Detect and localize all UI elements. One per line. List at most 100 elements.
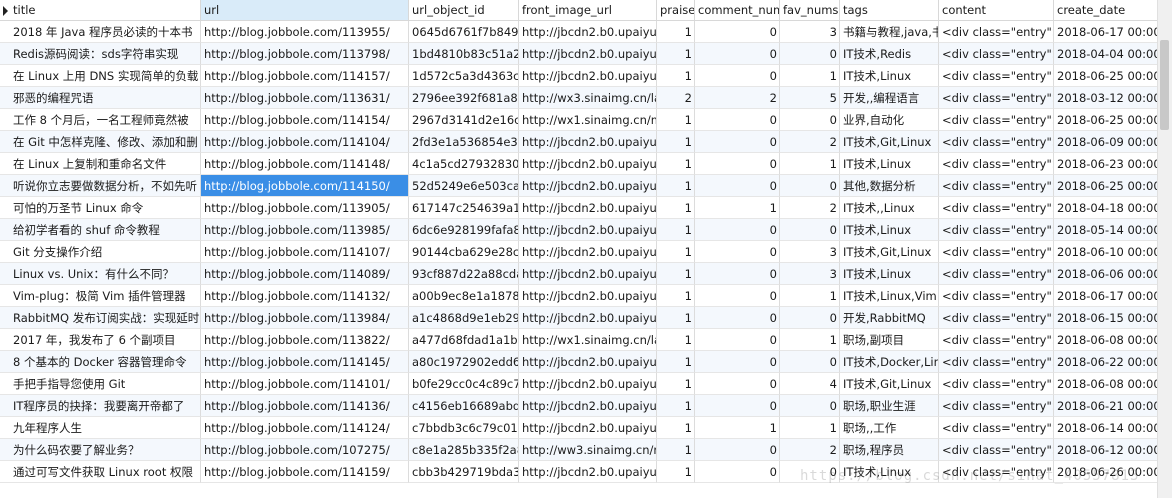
cell-comment-num[interactable]: 0 [695, 329, 780, 351]
cell-content[interactable]: <div class="entry"> [939, 65, 1054, 87]
cell-tags[interactable]: IT技术,Git,Linux [840, 373, 939, 395]
cell-create-date[interactable]: 2018-06-10 00:00:00 [1054, 241, 1172, 263]
cell-praise[interactable]: 1 [657, 21, 695, 43]
cell-fav-nums[interactable]: 2 [780, 197, 840, 219]
cell-tags[interactable]: 开发,RabbitMQ [840, 307, 939, 329]
cell-url-object-id[interactable]: 2967d3141d2e16c [409, 109, 519, 131]
cell-comment-num[interactable]: 0 [695, 131, 780, 153]
cell-title[interactable]: IT程序员的抉择：我要离开帝都了 [0, 395, 201, 417]
cell-title[interactable]: 九年程序人生 [0, 417, 201, 439]
cell-front-image-url[interactable]: http://jbcdn2.b0.upaiyun [519, 153, 657, 175]
cell-fav-nums[interactable]: 0 [780, 109, 840, 131]
cell-content[interactable]: <div class="entry"> [939, 197, 1054, 219]
cell-create-date[interactable]: 2018-06-12 00:00:00 [1054, 439, 1172, 461]
cell-content[interactable]: <div class="entry"> [939, 131, 1054, 153]
table-row[interactable]: IT程序员的抉择：我要离开帝都了 http://blog.jobbole.com/… [0, 395, 1172, 417]
cell-front-image-url[interactable]: http://jbcdn2.b0.upaiyun [519, 65, 657, 87]
cell-content[interactable]: <div class="entry"> [939, 109, 1054, 131]
cell-fav-nums[interactable]: 1 [780, 329, 840, 351]
cell-comment-num[interactable]: 0 [695, 351, 780, 373]
cell-praise[interactable]: 1 [657, 263, 695, 285]
cell-content[interactable]: <div class="entry"> [939, 175, 1054, 197]
cell-comment-num[interactable]: 0 [695, 439, 780, 461]
cell-tags[interactable]: 职场,,工作 [840, 417, 939, 439]
cell-content[interactable]: <div class="entry"> [939, 351, 1054, 373]
table-row[interactable]: 8 个基本的 Docker 容器管理命令 http://blog.jobbole.… [0, 351, 1172, 373]
cell-url[interactable]: http://blog.jobbole.com/113798/ [201, 43, 409, 65]
cell-create-date[interactable]: 2018-06-17 00:00:00 [1054, 21, 1172, 43]
cell-url-object-id[interactable]: a477d68fdad1a1b [409, 329, 519, 351]
cell-praise[interactable]: 1 [657, 175, 695, 197]
cell-praise[interactable]: 1 [657, 65, 695, 87]
cell-url[interactable]: http://blog.jobbole.com/113955/ [201, 21, 409, 43]
cell-comment-num[interactable]: 0 [695, 219, 780, 241]
cell-tags[interactable]: IT技术,Git,Linux [840, 131, 939, 153]
cell-praise[interactable]: 1 [657, 197, 695, 219]
cell-comment-num[interactable]: 0 [695, 65, 780, 87]
cell-create-date[interactable]: 2018-06-25 00:00:00 [1054, 109, 1172, 131]
cell-content[interactable]: <div class="entry"> [939, 21, 1054, 43]
cell-front-image-url[interactable]: http://jbcdn2.b0.upaiyun [519, 197, 657, 219]
cell-title[interactable]: 手把手指导您使用 Git [0, 373, 201, 395]
cell-url[interactable]: http://blog.jobbole.com/114107/ [201, 241, 409, 263]
cell-front-image-url[interactable]: http://jbcdn2.b0.upaiyun [519, 351, 657, 373]
cell-front-image-url[interactable]: http://ww3.sinaimg.cn/m [519, 439, 657, 461]
cell-title[interactable]: Redis源码阅读：sds字符串实现 [0, 43, 201, 65]
cell-comment-num[interactable]: 0 [695, 285, 780, 307]
cell-tags[interactable]: IT技术,Docker,Lin [840, 351, 939, 373]
cell-fav-nums[interactable]: 1 [780, 417, 840, 439]
column-header-url-object-id[interactable]: url_object_id [409, 0, 519, 20]
cell-url[interactable]: http://blog.jobbole.com/114157/ [201, 65, 409, 87]
cell-front-image-url[interactable]: http://jbcdn2.b0.upaiyun [519, 241, 657, 263]
cell-front-image-url[interactable]: http://jbcdn2.b0.upaiyun [519, 175, 657, 197]
cell-url[interactable]: http://blog.jobbole.com/113822/ [201, 329, 409, 351]
cell-url-object-id[interactable]: 2796ee392f681a8f [409, 87, 519, 109]
column-header-praise[interactable]: praise [657, 0, 695, 20]
cell-content[interactable]: <div class="entry"> [939, 395, 1054, 417]
table-row[interactable]: Git 分支操作介绍 http://blog.jobbole.com/114107… [0, 241, 1172, 263]
cell-url-object-id[interactable]: c7bbdb3c6c79c01 [409, 417, 519, 439]
cell-front-image-url[interactable]: http://jbcdn2.b0.upaiyun [519, 21, 657, 43]
cell-fav-nums[interactable]: 5 [780, 87, 840, 109]
cell-praise[interactable]: 1 [657, 241, 695, 263]
cell-url[interactable]: http://blog.jobbole.com/114145/ [201, 351, 409, 373]
cell-title[interactable]: 工作 8 个月后，一名工程师竟然被 [0, 109, 201, 131]
cell-url[interactable]: http://blog.jobbole.com/114150/ [201, 175, 409, 197]
table-row[interactable]: Redis源码阅读：sds字符串实现 http://blog.jobbole.co… [0, 43, 1172, 65]
cell-tags[interactable]: 开发,,编程语言 [840, 87, 939, 109]
cell-comment-num[interactable]: 2 [695, 87, 780, 109]
cell-url-object-id[interactable]: 93cf887d22a88cda [409, 263, 519, 285]
table-row[interactable]: 在 Linux 上复制和重命名文件 http://blog.jobbole.com… [0, 153, 1172, 175]
cell-comment-num[interactable]: 1 [695, 417, 780, 439]
cell-comment-num[interactable]: 0 [695, 21, 780, 43]
cell-front-image-url[interactable]: http://wx1.sinaimg.cn/la [519, 329, 657, 351]
column-header-tags[interactable]: tags [840, 0, 939, 20]
cell-fav-nums[interactable]: 3 [780, 241, 840, 263]
cell-create-date[interactable]: 2018-06-25 00:00:00 [1054, 175, 1172, 197]
cell-url-object-id[interactable]: 6dc6e928199fafa8 [409, 219, 519, 241]
cell-url-object-id[interactable]: a1c4868d9e1eb29 [409, 307, 519, 329]
cell-content[interactable]: <div class="entry"> [939, 153, 1054, 175]
cell-praise[interactable]: 1 [657, 131, 695, 153]
cell-title[interactable]: 听说你立志要做数据分析，不如先听 [0, 175, 201, 197]
cell-url-object-id[interactable]: b0fe29cc0c4c89c7 [409, 373, 519, 395]
cell-fav-nums[interactable]: 4 [780, 373, 840, 395]
cell-fav-nums[interactable]: 0 [780, 351, 840, 373]
cell-url-object-id[interactable]: a80c1972902edd6 [409, 351, 519, 373]
cell-create-date[interactable]: 2018-03-12 00:00:00 [1054, 87, 1172, 109]
cell-tags[interactable]: 业界,自动化 [840, 109, 939, 131]
cell-front-image-url[interactable]: http://jbcdn2.b0.upaiyun [519, 307, 657, 329]
cell-tags[interactable]: IT技术,Redis [840, 43, 939, 65]
cell-praise[interactable]: 2 [657, 87, 695, 109]
cell-comment-num[interactable]: 0 [695, 153, 780, 175]
cell-url[interactable]: http://blog.jobbole.com/114132/ [201, 285, 409, 307]
cell-fav-nums[interactable]: 3 [780, 21, 840, 43]
column-header-fav-nums[interactable]: fav_nums [780, 0, 840, 20]
cell-title[interactable]: Linux vs. Unix：有什么不同？ [0, 263, 201, 285]
cell-title[interactable]: Vim-plug：极简 Vim 插件管理器 [0, 285, 201, 307]
table-row[interactable]: Vim-plug：极简 Vim 插件管理器 http://blog.jobbole… [0, 285, 1172, 307]
cell-praise[interactable]: 1 [657, 329, 695, 351]
column-header-comment-num[interactable]: comment_num [695, 0, 780, 20]
cell-url[interactable]: http://blog.jobbole.com/114101/ [201, 373, 409, 395]
cell-url[interactable]: http://blog.jobbole.com/114148/ [201, 153, 409, 175]
